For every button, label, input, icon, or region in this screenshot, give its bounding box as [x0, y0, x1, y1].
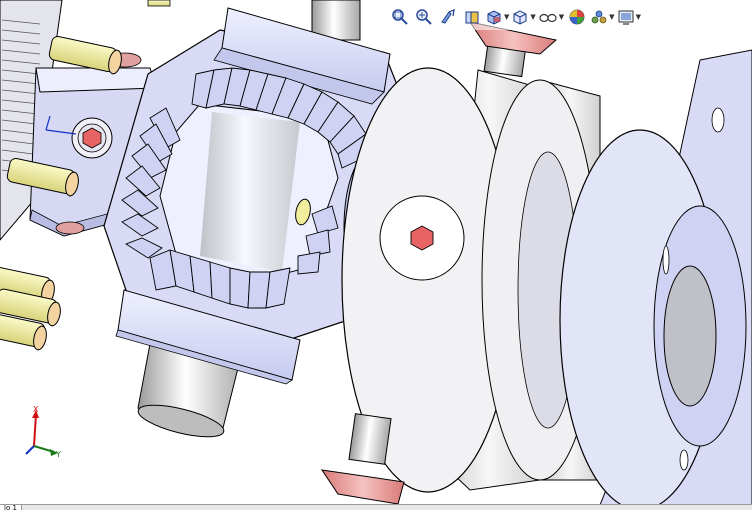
display-style-icon [513, 10, 527, 25]
triad-x-label: X [33, 405, 39, 414]
heads-up-view-toolbar: ▼ ▼ ▼ ▼ ▼ [386, 4, 644, 30]
chevron-down-icon: ▼ [558, 12, 565, 21]
assembly-scene[interactable] [0, 0, 752, 505]
view-orientation-icon [487, 10, 501, 25]
graphics-viewport[interactable]: ▼ ▼ ▼ ▼ ▼ X Y [0, 0, 752, 505]
appearance-ball-icon [569, 9, 585, 25]
triad-y-label: Y [56, 450, 61, 459]
hide-show-items-button[interactable]: ▼ [538, 6, 564, 28]
view-settings-icon [618, 10, 634, 25]
chevron-down-icon: ▼ [530, 12, 536, 21]
scene-icon [591, 10, 607, 24]
zoom-to-fit-button[interactable] [389, 6, 411, 28]
chevron-down-icon: ▼ [504, 12, 510, 21]
view-orientation-button[interactable]: ▼ [485, 6, 509, 28]
previous-view-button[interactable] [437, 6, 459, 28]
edit-appearance-button[interactable] [566, 6, 588, 28]
chevron-down-icon: ▼ [635, 12, 641, 21]
hide-show-icon [539, 13, 557, 23]
reference-triad: X Y [14, 400, 74, 470]
zoom-to-area-button[interactable] [413, 6, 435, 28]
magnifier-area-icon [416, 9, 432, 25]
section-view-button[interactable] [461, 6, 483, 28]
chevron-down-icon: ▼ [609, 12, 615, 21]
tab-model[interactable]: lo 1 [0, 505, 22, 510]
document-tab-strip: lo 1 [0, 504, 752, 510]
apply-scene-button[interactable]: ▼ [590, 6, 615, 28]
previous-view-icon [441, 9, 455, 24]
display-style-button[interactable]: ▼ [511, 6, 536, 28]
section-view-icon [465, 11, 479, 24]
triad-axes-icon [25, 410, 58, 456]
magnifier-fit-icon [392, 9, 408, 25]
view-settings-button[interactable]: ▼ [617, 6, 641, 28]
